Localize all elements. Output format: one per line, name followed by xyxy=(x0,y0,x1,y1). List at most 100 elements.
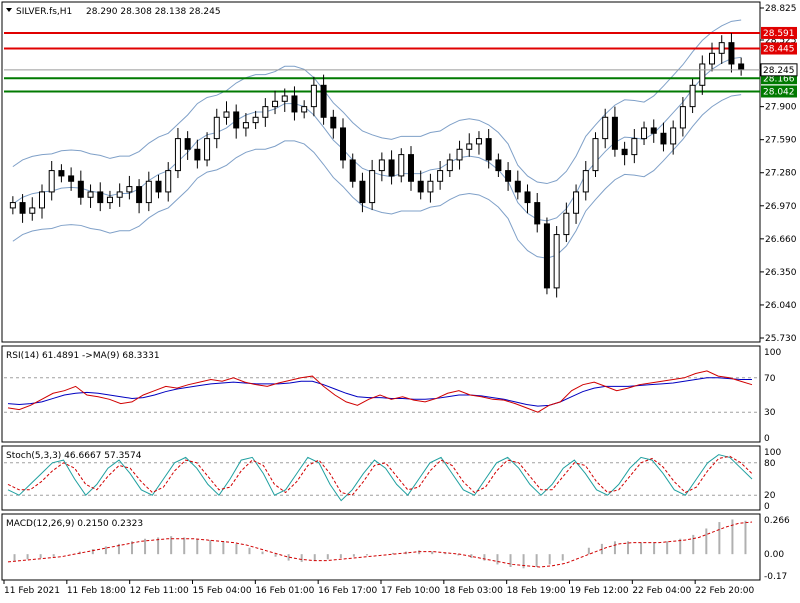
candle-body xyxy=(514,180,521,193)
stoch-signal-line xyxy=(7,455,753,496)
candle-body xyxy=(330,116,337,129)
candle-body xyxy=(446,159,453,172)
price-axis-label: 27.900 xyxy=(765,103,797,113)
level-tag-label: 28.591 xyxy=(763,29,795,39)
ohlc-values: 28.290 28.308 28.138 28.245 xyxy=(86,7,221,17)
candle-body xyxy=(213,116,220,140)
candle-body xyxy=(106,196,113,204)
candle-body xyxy=(709,52,716,65)
candle-body xyxy=(485,138,492,161)
rsi-indicator: 100 70 30 0 xyxy=(4,348,781,444)
candle-body xyxy=(437,170,444,182)
time-axis-label: 16 Feb 01:00 xyxy=(255,586,314,596)
time-axis-label: 16 Feb 17:00 xyxy=(318,586,377,596)
stoch-main-line xyxy=(7,454,753,502)
candle-body xyxy=(77,180,84,198)
candle-body xyxy=(650,127,657,134)
candle-body xyxy=(524,191,531,204)
candle-body xyxy=(359,180,366,204)
symbol-label: SILVER.fs,H1 xyxy=(16,7,72,17)
candle-body xyxy=(417,180,424,193)
candle-body xyxy=(407,154,414,182)
time-axis-label: 15 Feb 04:00 xyxy=(193,586,252,596)
candle-body xyxy=(262,106,269,118)
candle-body xyxy=(165,170,172,193)
time-axis-label: 22 Feb 04:00 xyxy=(632,586,691,596)
candle-body xyxy=(543,223,550,289)
time-axis-label: 17 Feb 10:00 xyxy=(381,586,440,596)
candle-body xyxy=(505,170,512,182)
current-price-tag: 28.245 xyxy=(4,63,798,77)
time-axis: 11 Feb 2021 11 Feb 18:00 12 Feb 11:00 15 Fe… xyxy=(3,580,754,596)
candle-body xyxy=(291,95,298,113)
macd-axis-label: 0.266 xyxy=(764,516,790,526)
chart-svg[interactable]: SILVER.fs,H1 28.290 28.308 28.138 28.245… xyxy=(0,0,800,600)
candle-body xyxy=(641,127,648,140)
price-axis-label: 26.040 xyxy=(765,301,797,311)
candle-body xyxy=(699,63,706,86)
time-axis-label: 22 Feb 20:00 xyxy=(695,586,754,596)
candle-body xyxy=(602,116,609,140)
candle-body xyxy=(272,100,279,108)
candle-body xyxy=(378,159,385,172)
candle-body xyxy=(145,180,152,204)
candle-body xyxy=(126,186,133,193)
candle-body xyxy=(728,42,735,65)
rsi-ma-line xyxy=(7,377,752,407)
candle-body xyxy=(631,138,638,156)
candle-body xyxy=(97,191,104,204)
candle-body xyxy=(495,159,502,172)
main-price-panel[interactable] xyxy=(1,1,761,343)
level-tag-label: 28.042 xyxy=(763,87,795,97)
candle-body xyxy=(136,186,143,204)
symbol-dropdown-icon[interactable] xyxy=(6,8,12,12)
candle-body xyxy=(310,84,317,108)
macd-axis-label: 0.00 xyxy=(764,550,784,560)
price-axis-label: 26.970 xyxy=(765,202,797,212)
candle-body xyxy=(184,138,191,150)
price-axis-label: 26.660 xyxy=(765,235,797,245)
stoch-axis-label: 80 xyxy=(764,459,776,469)
candle-body xyxy=(592,138,599,172)
candle-body xyxy=(340,127,347,161)
time-axis-label: 12 Feb 11:00 xyxy=(130,586,189,596)
candle-body xyxy=(738,63,745,70)
level-tag-label: 28.445 xyxy=(763,45,795,55)
band-lower xyxy=(12,94,742,259)
stoch-axis-label: 0 xyxy=(764,502,770,512)
candle-body xyxy=(38,191,45,209)
trading-chart[interactable]: SILVER.fs,H1 28.290 28.308 28.138 28.245… xyxy=(0,0,800,600)
candle-body xyxy=(320,84,327,118)
candle-body xyxy=(242,122,249,129)
candle-body xyxy=(19,202,26,214)
candle-body xyxy=(660,132,667,145)
time-axis-label: 19 Feb 12:00 xyxy=(570,586,629,596)
time-axis-label: 11 Feb 18:00 xyxy=(67,586,126,596)
candle-body xyxy=(621,148,628,156)
band-upper xyxy=(12,19,742,185)
candle-body xyxy=(252,116,259,124)
candle-body xyxy=(553,234,560,289)
time-axis-label: 18 Feb 03:00 xyxy=(444,586,503,596)
candle-body xyxy=(155,180,162,193)
candle-body xyxy=(427,180,434,193)
candle-body xyxy=(194,148,201,161)
candle-body xyxy=(689,84,696,108)
stoch-axis-label: 100 xyxy=(764,448,781,458)
level-price-tags: 28.59128.44528.16628.042 xyxy=(761,26,797,98)
candle-body xyxy=(48,170,55,193)
candle-body xyxy=(174,138,181,172)
price-axis-label: 28.825 xyxy=(765,4,797,14)
horizontal-levels[interactable] xyxy=(4,31,760,93)
rsi-axis-label: 30 xyxy=(764,408,776,418)
candle-body xyxy=(116,191,123,198)
candle-body xyxy=(573,191,580,214)
macd-label: MACD(12,26,9) 0.2150 0.2323 xyxy=(6,519,143,529)
time-axis-label: 11 Feb 2021 xyxy=(4,586,60,596)
price-axis: 28.82528.52528.21527.90027.59027.28026.9… xyxy=(760,4,797,344)
candle-body xyxy=(398,154,405,177)
candle-body xyxy=(233,111,240,129)
stoch-axis-label: 20 xyxy=(764,491,776,501)
price-axis-label: 26.350 xyxy=(765,268,797,278)
candle-body xyxy=(68,175,75,182)
